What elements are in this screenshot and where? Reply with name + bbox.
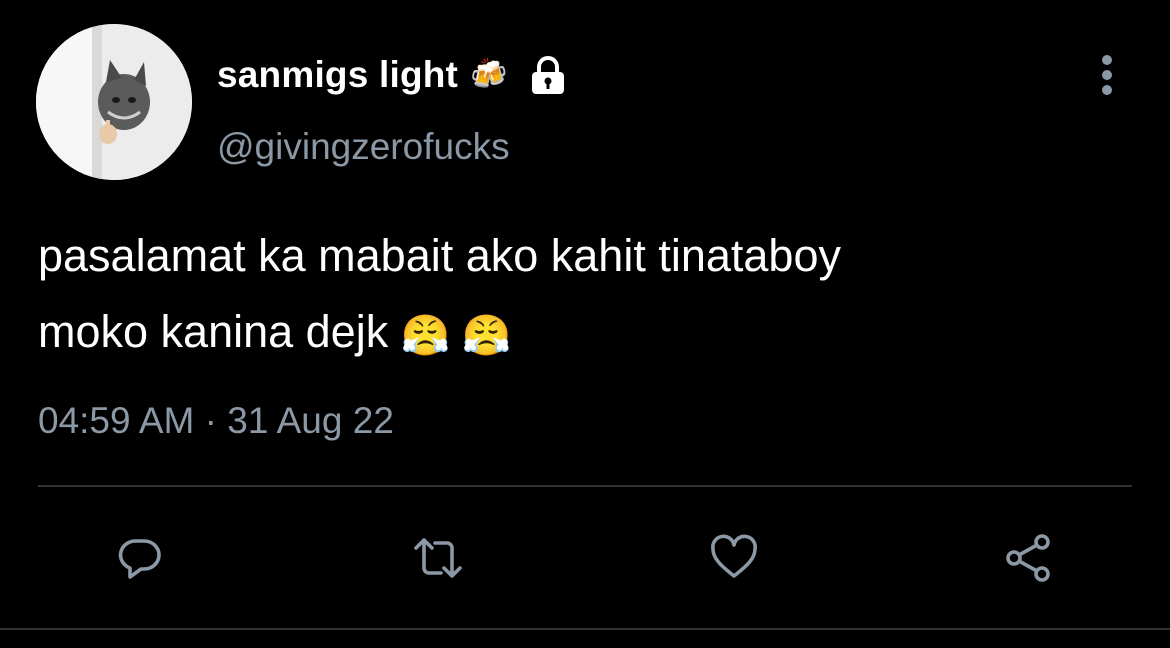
steam-face-emojis: 😤 😤: [400, 314, 512, 358]
cat-avatar-icon: [36, 24, 192, 180]
tweet: sanmigs light 🍻 @givingzerofucks pasalam…: [0, 0, 1170, 648]
share-button[interactable]: [1000, 530, 1056, 586]
bottom-divider: [0, 628, 1170, 630]
display-name[interactable]: sanmigs light: [217, 54, 458, 96]
tweet-text-line-2-words: moko kanina dejk: [38, 306, 389, 357]
like-button[interactable]: [706, 530, 762, 586]
tweet-time: 04:59 AM: [38, 400, 195, 441]
author-name-row: sanmigs light 🍻: [217, 52, 569, 98]
timestamp-separator: ·: [204, 400, 217, 441]
timestamp[interactable]: 04:59 AM · 31 Aug 22: [38, 400, 394, 442]
beer-emoji: 🍻: [470, 58, 508, 91]
more-vertical-icon[interactable]: [1086, 52, 1128, 98]
tweet-text: pasalamat ka mabait ako kahit tinataboy …: [38, 218, 1128, 374]
reply-button[interactable]: [112, 530, 168, 586]
tweet-text-line-2: moko kanina dejk 😤 😤: [38, 294, 1128, 374]
avatar[interactable]: [36, 24, 192, 180]
share-icon: [1006, 534, 1050, 582]
divider: [38, 485, 1132, 487]
retweet-icon: [414, 538, 462, 578]
retweet-button[interactable]: [410, 530, 466, 586]
heart-icon: [711, 534, 757, 578]
tweet-text-line-1: pasalamat ka mabait ako kahit tinataboy: [38, 230, 841, 281]
user-handle[interactable]: @givingzerofucks: [217, 126, 510, 168]
tweet-date: 31 Aug 22: [227, 400, 394, 441]
reply-icon: [118, 539, 161, 579]
lock-icon: [527, 54, 569, 96]
